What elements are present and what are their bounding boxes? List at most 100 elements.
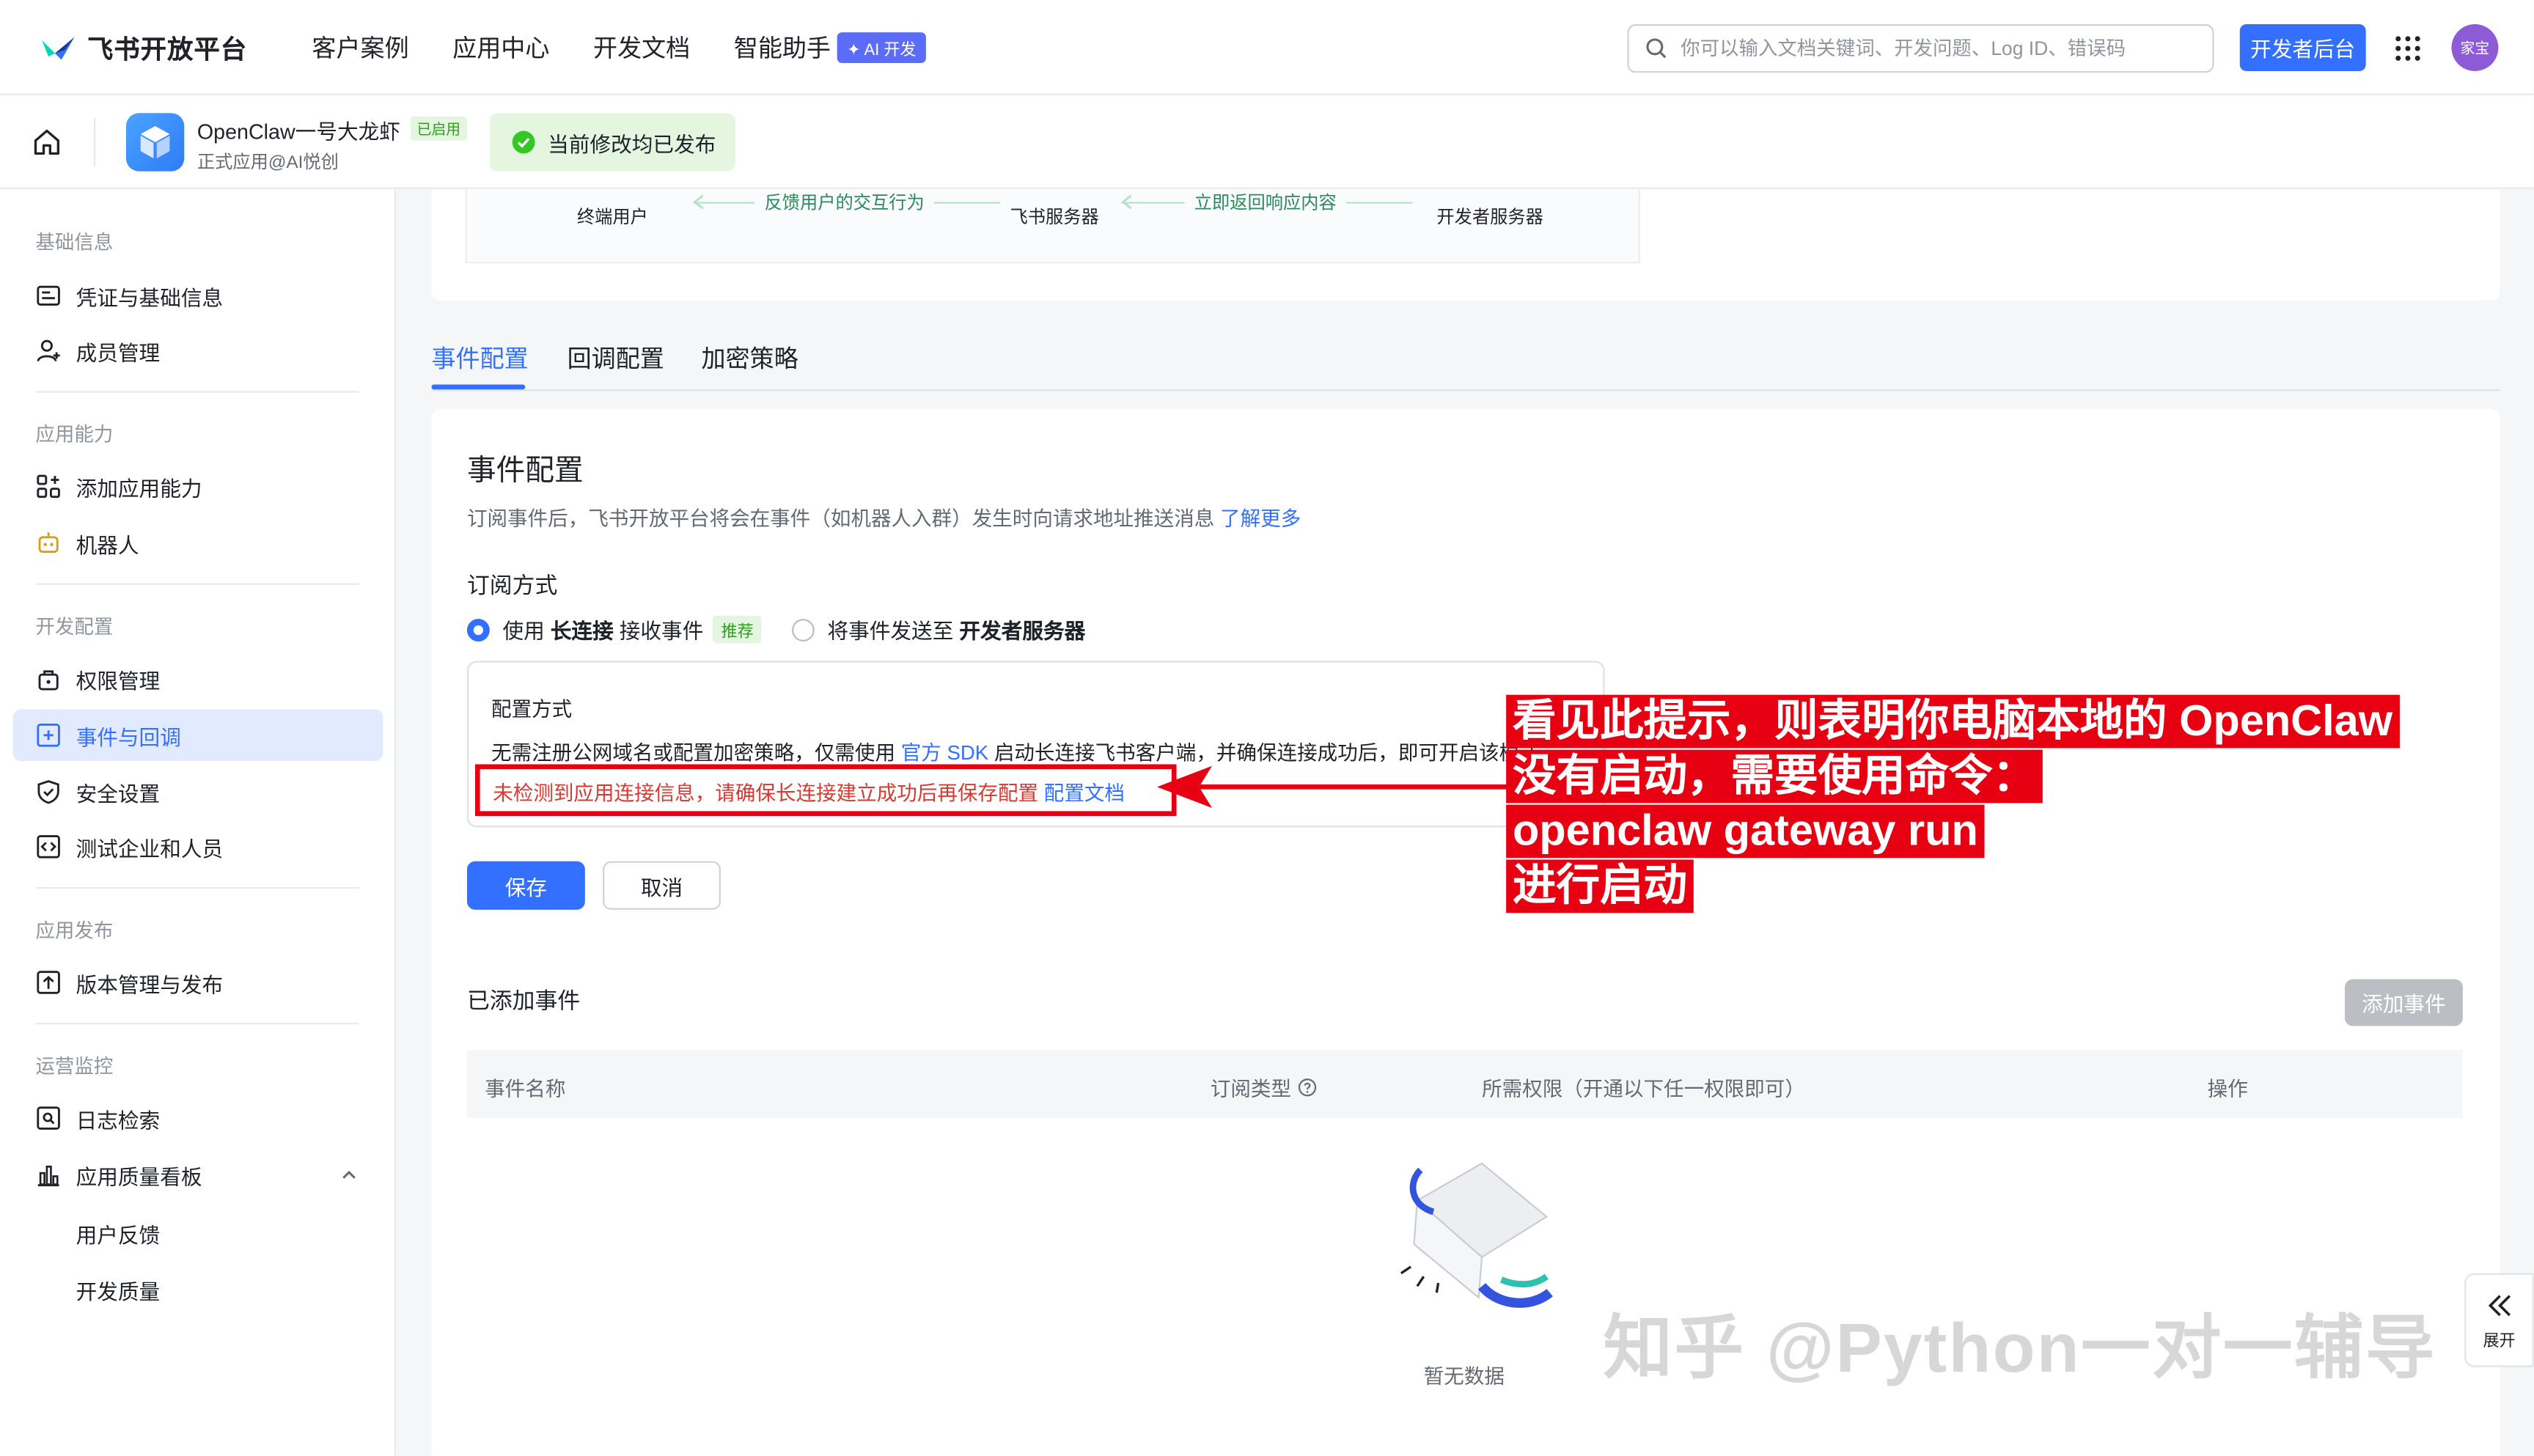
question-circle-icon[interactable] xyxy=(1298,1077,1317,1096)
sidebar-divider xyxy=(35,1023,359,1025)
sidebar-item-label: 日志检索 xyxy=(76,1107,161,1132)
apps-grid-icon[interactable] xyxy=(2395,35,2420,61)
radio-dev-server[interactable]: 将事件发送至 开发者服务器 xyxy=(791,614,1085,645)
sidebar-item-label: 权限管理 xyxy=(76,668,161,693)
arrow-left-icon xyxy=(1121,194,1132,210)
expand-panel-button[interactable]: 展开 xyxy=(2464,1273,2534,1367)
sidebar-divider xyxy=(35,391,359,393)
sidebar-item-label: 事件与回调 xyxy=(76,724,181,749)
search-icon xyxy=(1646,38,1667,59)
sidebar-item-permissions[interactable]: 权限管理 xyxy=(13,652,383,705)
cube-icon xyxy=(140,125,170,158)
robot-icon xyxy=(38,532,59,554)
tab-active-indicator xyxy=(431,384,526,390)
sidebar-item-quality[interactable]: 应用质量看板 xyxy=(13,1149,383,1201)
nav-link-app-center[interactable]: 应用中心 xyxy=(452,30,549,64)
annotation-line: 看见此提示，则表明你电脑本地的 OpenClaw xyxy=(1506,694,2399,749)
cancel-button[interactable]: 取消 xyxy=(603,861,721,910)
upload-icon xyxy=(37,971,60,994)
expand-label: 展开 xyxy=(2483,1332,2516,1350)
code-icon xyxy=(37,835,60,858)
nav-link-assistant[interactable]: 智能助手 ✦ AI 开发 xyxy=(734,30,926,64)
flow-node-feishu-server: 飞书服务器 xyxy=(1010,208,1099,228)
app-name: OpenClaw一号大龙虾 xyxy=(197,120,400,144)
radio-selected[interactable] xyxy=(466,618,490,641)
sidebar-item-label: 添加应用能力 xyxy=(76,476,202,501)
log-search-icon xyxy=(37,1106,60,1130)
shield-icon xyxy=(37,780,59,804)
publish-status-text: 当前修改均已发布 xyxy=(548,131,716,156)
sidebar-group-capabilities: 应用能力 xyxy=(35,423,114,446)
app-icon xyxy=(125,113,185,172)
tab-callback-config[interactable]: 回调配置 xyxy=(568,341,664,375)
tab-event-config[interactable]: 事件配置 xyxy=(431,341,528,375)
sidebar-subitem-dev-quality[interactable]: 开发质量 xyxy=(76,1275,161,1306)
sidebar-item-members[interactable]: 成员管理 xyxy=(13,325,383,377)
events-table-header: 事件名称 订阅类型 所需权限（开通以下任一权限即可） 操作 xyxy=(466,1050,2463,1119)
sidebar: 基础信息 凭证与基础信息 成员管理 应用能力 添加应用能力 机器人 开发配置 权… xyxy=(0,188,396,1456)
flow-node-end-user: 终端用户 xyxy=(576,208,648,228)
save-button[interactable]: 保存 xyxy=(466,861,585,910)
avatar[interactable]: 家宝 xyxy=(2451,24,2499,71)
annotation-arrow-icon xyxy=(1157,765,1519,808)
plus-square-icon xyxy=(37,724,60,747)
sidebar-group-release: 应用发布 xyxy=(35,919,114,942)
header-divider xyxy=(93,117,96,167)
logo[interactable]: 飞书开放平台 xyxy=(39,27,247,66)
sidebar-item-label: 安全设置 xyxy=(76,781,161,806)
sidebar-divider xyxy=(35,583,359,585)
sidebar-group-ops: 运营监控 xyxy=(35,1055,114,1078)
lock-icon xyxy=(38,670,59,691)
nav-link-cases[interactable]: 客户案例 xyxy=(312,30,408,64)
radio-unselected[interactable] xyxy=(791,618,815,641)
radio-label-post: 接收事件 xyxy=(619,619,704,644)
sidebar-divider xyxy=(35,886,359,889)
sidebar-item-add-capability[interactable]: 添加应用能力 xyxy=(13,460,383,512)
chevron-up-icon[interactable] xyxy=(339,1165,359,1184)
nav-link-docs[interactable]: 开发文档 xyxy=(593,30,690,64)
add-event-button[interactable]: 添加事件 xyxy=(2345,979,2463,1026)
section-description: 订阅事件后，飞书开放平台将会在事件（如机器人入群）发生时向请求地址推送消息 了解… xyxy=(467,501,1301,532)
config-doc-link[interactable]: 配置文档 xyxy=(1044,775,1125,806)
warning-text: 未检测到应用连接信息，请确保长连接建立成功后再保存配置 xyxy=(493,781,1039,804)
column-permissions: 所需权限（开通以下任一权限即可） xyxy=(1482,1078,1805,1100)
sidebar-group-dev: 开发配置 xyxy=(35,615,114,639)
learn-more-link[interactable]: 了解更多 xyxy=(1220,507,1301,530)
publish-status: 当前修改均已发布 xyxy=(489,113,735,172)
nav-links: 客户案例 应用中心 开发文档 智能助手 ✦ AI 开发 xyxy=(312,30,969,64)
sidebar-item-security[interactable]: 安全设置 xyxy=(13,766,383,818)
annotation-line: 没有启动，需要使用命令： xyxy=(1506,749,2043,804)
tab-encryption[interactable]: 加密策略 xyxy=(702,341,798,375)
ai-badge: ✦ AI 开发 xyxy=(837,31,926,62)
empty-state-text: 暂无数据 xyxy=(1423,1365,1505,1389)
connection-warning: 未检测到应用连接信息，请确保长连接建立成功后再保存配置 配置文档 xyxy=(474,764,1177,817)
home-icon[interactable] xyxy=(32,128,62,157)
search-input[interactable] xyxy=(1681,37,2198,60)
radio-label-pre: 使用 xyxy=(502,619,545,644)
app-subtitle: 正式应用@AI悦创 xyxy=(197,153,339,173)
sidebar-item-label: 应用质量看板 xyxy=(76,1163,202,1189)
sidebar-item-credentials[interactable]: 凭证与基础信息 xyxy=(13,270,383,322)
sidebar-item-logs[interactable]: 日志检索 xyxy=(13,1092,383,1144)
radio-label-pre: 将事件发送至 xyxy=(827,619,954,644)
developer-console-button[interactable]: 开发者后台 xyxy=(2239,24,2366,71)
sidebar-group-basic: 基础信息 xyxy=(35,231,114,254)
top-nav: 飞书开放平台 客户案例 应用中心 开发文档 智能助手 ✦ AI 开发 开发者后台 xyxy=(0,0,2534,96)
added-events-title: 已添加事件 xyxy=(466,987,581,1013)
radio-long-connection[interactable]: 使用 长连接 接收事件 推荐 xyxy=(466,614,762,645)
sidebar-item-test-tenants[interactable]: 测试企业和人员 xyxy=(13,821,383,873)
official-sdk-link[interactable]: 官方 SDK xyxy=(901,742,988,765)
sidebar-item-versions[interactable]: 版本管理与发布 xyxy=(13,957,383,1009)
sidebar-item-label: 版本管理与发布 xyxy=(76,971,224,996)
sidebar-item-bot[interactable]: 机器人 xyxy=(13,517,383,569)
sidebar-item-label: 成员管理 xyxy=(76,339,161,365)
search-box[interactable] xyxy=(1627,24,2214,73)
sidebar-subitem-feedback[interactable]: 用户反馈 xyxy=(76,1218,161,1249)
column-event-name: 事件名称 xyxy=(485,1078,566,1100)
flow-label: 立即返回响应内容 xyxy=(1184,188,1346,216)
config-tabs: 事件配置 回调配置 加密策略 xyxy=(431,323,2500,391)
column-actions: 操作 xyxy=(2207,1078,2248,1100)
column-subscribe-type: 订阅类型 xyxy=(1211,1071,1317,1102)
double-chevron-left-icon xyxy=(2487,1294,2510,1316)
sidebar-item-events[interactable]: 事件与回调 xyxy=(12,709,383,762)
